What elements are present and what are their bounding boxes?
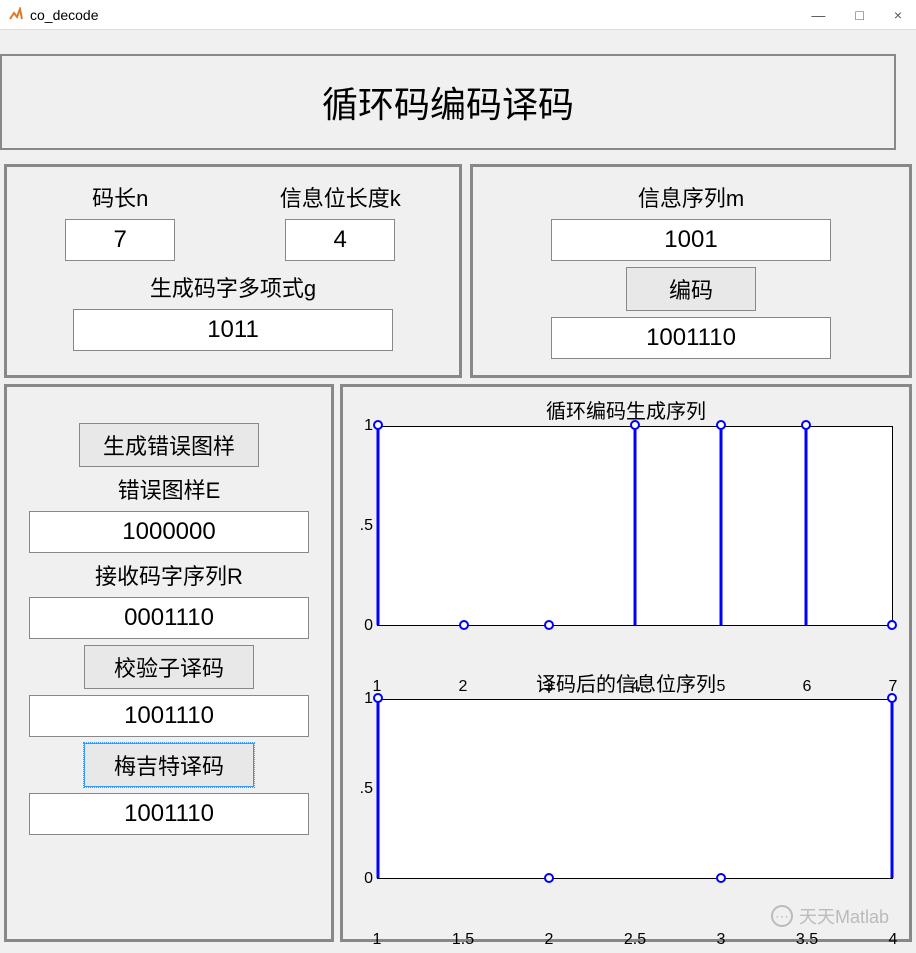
n-input[interactable]: 7 <box>65 219 175 261</box>
decode-panel: 生成错误图样 错误图样E 1000000 接收码字序列R 0001110 校验子… <box>4 384 334 942</box>
m-label: 信息序列m <box>479 181 903 213</box>
g-label: 生成码字多项式g <box>13 271 453 303</box>
maximize-button[interactable]: □ <box>849 7 869 23</box>
gen-error-button[interactable]: 生成错误图样 <box>79 423 259 467</box>
syndrome-button[interactable]: 校验子译码 <box>84 645 254 689</box>
meggitt-output[interactable]: 1001110 <box>29 793 309 835</box>
window-titlebar: co_decode — □ × <box>0 0 916 30</box>
chart2-axes: 0.51 11.522.533.54 <box>377 699 893 929</box>
error-label: 错误图样E <box>13 473 325 505</box>
params-panel: 码长n 7 信息位长度k 4 生成码字多项式g 1011 <box>4 164 462 378</box>
encode-button[interactable]: 编码 <box>626 267 756 311</box>
encode-panel: 信息序列m 1001 编码 1001110 <box>470 164 912 378</box>
k-label: 信息位长度k <box>280 181 401 213</box>
chart1-title: 循环编码生成序列 <box>347 395 905 424</box>
encoded-output[interactable]: 1001110 <box>551 317 831 359</box>
k-input[interactable]: 4 <box>285 219 395 261</box>
matlab-icon <box>8 7 24 23</box>
m-input[interactable]: 1001 <box>551 219 831 261</box>
g-input[interactable]: 1011 <box>73 309 393 351</box>
n-label: 码长n <box>65 181 175 213</box>
minimize-button[interactable]: — <box>805 7 831 23</box>
syndrome-output[interactable]: 1001110 <box>29 695 309 737</box>
meggitt-button[interactable]: 梅吉特译码 <box>84 743 254 787</box>
recv-label: 接收码字序列R <box>13 559 325 591</box>
recv-input[interactable]: 0001110 <box>29 597 309 639</box>
window-title: co_decode <box>30 7 805 23</box>
error-input[interactable]: 1000000 <box>29 511 309 553</box>
main-title: 循环码编码译码 <box>0 54 896 150</box>
charts-panel: 循环编码生成序列 0.51 1234567 译码后的信息位序列 0.51 11.… <box>340 384 912 942</box>
close-button[interactable]: × <box>888 7 908 23</box>
chart1-axes: 0.51 1234567 <box>377 426 893 676</box>
